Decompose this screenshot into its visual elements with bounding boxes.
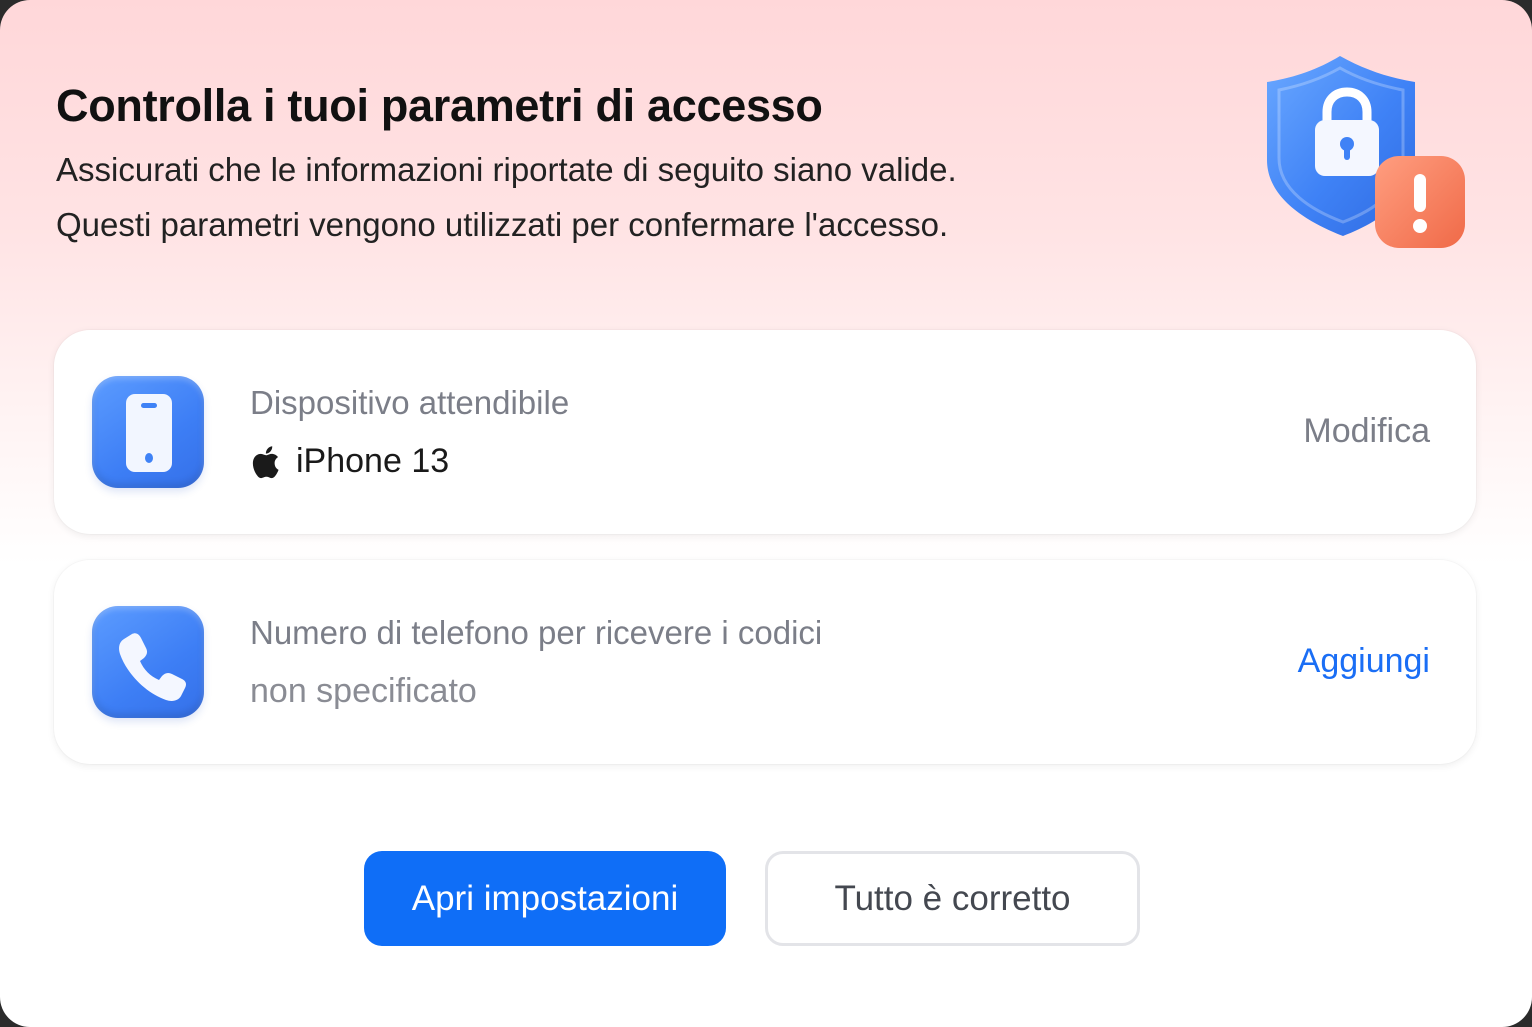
phone-icon: [92, 606, 204, 718]
phone-number-card: Numero di telefono per ricevere i codici…: [54, 560, 1476, 764]
trusted-device-name: iPhone 13: [296, 442, 450, 480]
security-check-dialog: Controlla i tuoi parametri di accesso As…: [0, 0, 1532, 1027]
dialog-subtitle-line2: Questi parametri vengono utilizzati per …: [56, 206, 949, 243]
phone-number-value: non specificato: [250, 672, 477, 710]
edit-device-button[interactable]: Modifica: [1303, 412, 1430, 451]
trusted-device-label: Dispositivo attendibile: [250, 384, 570, 421]
shield-lock-warning-icon: [1255, 50, 1475, 260]
all-correct-button[interactable]: Tutto è corretto: [765, 851, 1140, 946]
smartphone-icon: [92, 376, 204, 488]
dialog-subtitle-line1: Assicurati che le informazioni riportate…: [56, 151, 957, 188]
open-settings-button[interactable]: Apri impostazioni: [364, 851, 726, 946]
trusted-device-card: Dispositivo attendibile iPhone 13 Modifi…: [54, 330, 1476, 534]
trusted-device-value: iPhone 13: [250, 442, 449, 481]
apple-logo-icon: [250, 445, 280, 479]
add-phone-button[interactable]: Aggiungi: [1298, 642, 1430, 681]
phone-number-label: Numero di telefono per ricevere i codici: [250, 614, 823, 651]
dialog-title: Controlla i tuoi parametri di accesso: [56, 80, 823, 131]
